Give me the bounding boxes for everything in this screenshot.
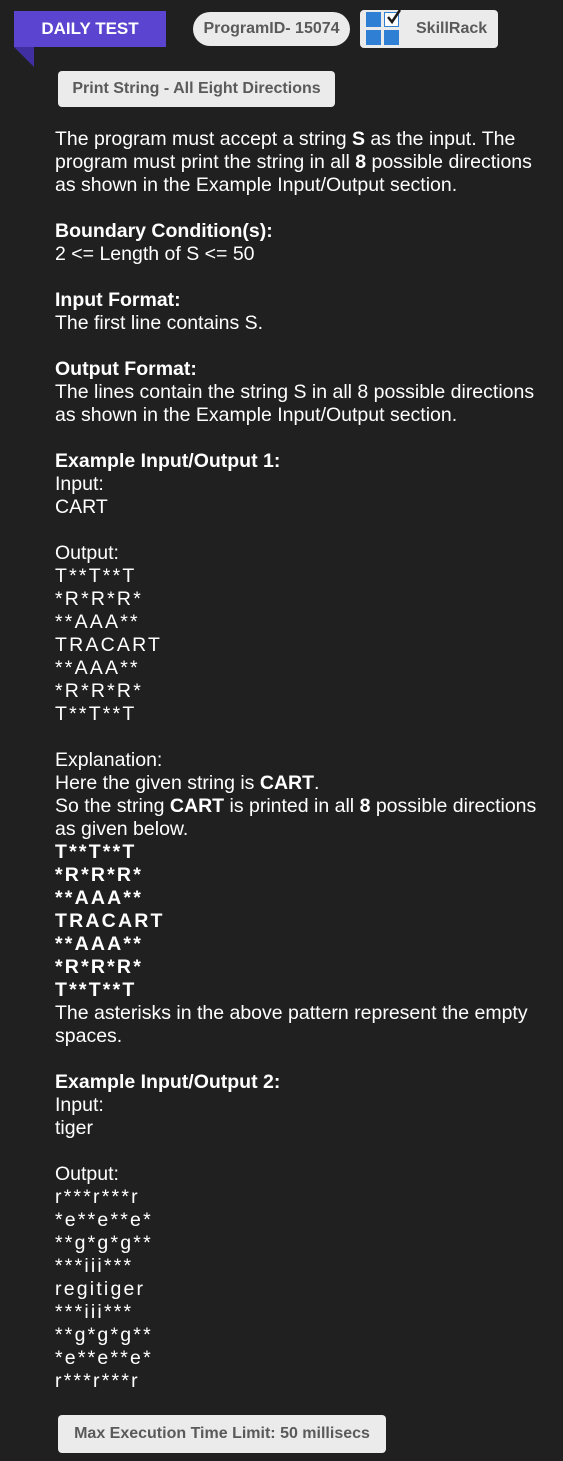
daily-test-label: DAILY TEST [41, 19, 139, 38]
output-line: ***iii*** [55, 1255, 134, 1277]
output-format-heading: Output Format: [55, 358, 197, 380]
exp-text: . [314, 772, 320, 794]
skillrack-badge[interactable]: SkillRack [360, 9, 498, 48]
explanation-line: So the string CART is printed in all 8 p… [55, 795, 555, 841]
output-line: *R*R*R* [55, 680, 144, 702]
example1-heading: Example Input/Output 1: [55, 450, 281, 472]
example2-input: tiger [55, 1117, 93, 1139]
execution-time-limit-label: Max Execution Time Limit: 50 millisecs [74, 1425, 370, 1442]
boundary-heading: Boundary Condition(s): [55, 220, 273, 242]
ribbon-fold [14, 47, 34, 67]
output-line: **AAA** [55, 657, 140, 679]
example1-input: CART [55, 496, 108, 518]
output-format-text: The lines contain the string S in all 8 … [55, 381, 535, 426]
desc-8: 8 [355, 151, 367, 173]
pattern-line: *R*R*R* [55, 864, 144, 886]
example1-input-label: Input: [55, 473, 104, 495]
example2-input-label: Input: [55, 1094, 104, 1116]
pattern-line: **AAA** [55, 887, 144, 909]
output-line: TRACART [55, 634, 163, 656]
execution-time-limit: Max Execution Time Limit: 50 millisecs [58, 1415, 386, 1453]
description: The program must accept a string S as th… [55, 128, 555, 197]
skillrack-logo-icon [366, 9, 402, 46]
output-line: **g*g*g** [55, 1324, 153, 1346]
desc-s: S [351, 128, 365, 150]
explanation-note: The asterisks in the above pattern repre… [55, 1002, 528, 1047]
output-line: *e**e**e* [55, 1347, 153, 1369]
explanation-line: Here the given string is CART. [55, 772, 555, 795]
pattern-line: **AAA** [55, 933, 144, 955]
output-line: T**T**T [55, 565, 137, 587]
example2-heading: Example Input/Output 2: [55, 1071, 281, 1093]
problem-statement: The program must accept a string S as th… [55, 128, 555, 1393]
problem-title-text: Print String - All Eight Directions [72, 80, 321, 97]
pattern-line: TRACART [55, 910, 165, 932]
exp-text: is printed in all [224, 795, 360, 817]
daily-test-ribbon: DAILY TEST [14, 11, 166, 47]
input-format-text: The first line contains S. [55, 312, 264, 334]
output-line: *R*R*R* [55, 588, 144, 610]
exp-8: 8 [359, 795, 371, 817]
exp-string: CART [259, 772, 315, 794]
output-line: **g*g*g** [55, 1232, 153, 1254]
exp-text: Here the given string is [55, 772, 260, 794]
problem-title: Print String - All Eight Directions [58, 71, 335, 107]
desc-text: The program must accept a string [55, 128, 352, 150]
program-id-label: ProgramID- 15074 [203, 20, 340, 37]
exp-string: CART [169, 795, 225, 817]
output-line: *e**e**e* [55, 1209, 153, 1231]
input-format-heading: Input Format: [55, 289, 181, 311]
pattern-line: T**T**T [55, 841, 137, 863]
output-line: regitiger [55, 1278, 146, 1300]
pattern-line: *R*R*R* [55, 956, 144, 978]
example1-output-label: Output: [55, 542, 119, 564]
boundary-text: 2 <= Length of S <= 50 [55, 243, 255, 265]
output-line: T**T**T [55, 703, 137, 725]
example2-output-label: Output: [55, 1163, 119, 1185]
pattern-line: T**T**T [55, 979, 137, 1001]
output-line: r***r***r [55, 1370, 140, 1392]
exp-text: So the string [55, 795, 170, 817]
output-line: ***iii*** [55, 1301, 134, 1323]
program-id-badge: ProgramID- 15074 [193, 12, 350, 46]
explanation-label: Explanation: [55, 749, 163, 771]
output-line: **AAA** [55, 611, 140, 633]
output-line: r***r***r [55, 1186, 140, 1208]
skillrack-label: SkillRack [416, 20, 488, 37]
